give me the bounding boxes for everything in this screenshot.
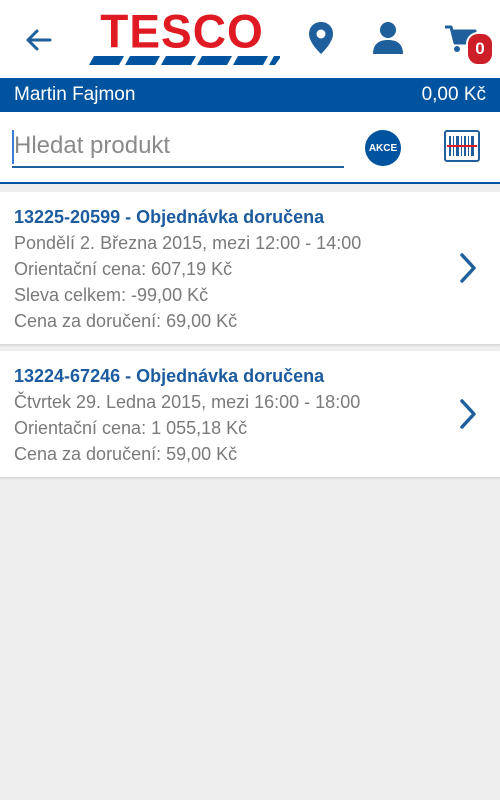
top-app-bar: TESCO 0 xyxy=(0,0,500,78)
user-icon xyxy=(373,22,403,54)
search-input[interactable] xyxy=(12,126,344,168)
account-bar: Martin Fajmon 0,00 Kč xyxy=(0,78,500,112)
order-delivery-fee: Cena za doručení: 59,00 Kč xyxy=(14,444,238,464)
logo-stripes xyxy=(89,56,280,65)
order-delivery-fee: Cena za doručení: 69,00 Kč xyxy=(14,311,238,331)
chevron-right-icon xyxy=(460,253,476,283)
akce-button[interactable]: AKCE xyxy=(365,130,401,166)
order-delivery-slot: Čtvrtek 29. Ledna 2015, mezi 16:00 - 18:… xyxy=(14,392,361,412)
order-item[interactable]: 13225-20599 - Objednávka doručena Ponděl… xyxy=(0,192,500,345)
order-estimated-price: Orientační cena: 607,19 Kč xyxy=(14,259,233,279)
cart-count-badge: 0 xyxy=(466,32,494,66)
account-name: Martin Fajmon xyxy=(14,84,136,105)
chevron-right-icon xyxy=(460,399,476,429)
tesco-logo: TESCO xyxy=(82,8,282,68)
order-estimated-price: Orientační cena: 1 055,18 Kč xyxy=(14,418,248,438)
account-balance: 0,00 Kč xyxy=(421,84,486,105)
order-list: 13225-20599 - Objednávka doručena Ponděl… xyxy=(0,192,500,478)
search-row: AKCE xyxy=(0,112,500,184)
text-caret xyxy=(12,130,14,164)
account-button[interactable] xyxy=(368,18,408,58)
back-button[interactable] xyxy=(22,24,54,56)
order-title: 13225-20599 - Objednávka doručena xyxy=(14,207,325,227)
barcode-icon[interactable] xyxy=(444,130,480,162)
order-total-discount: Sleva celkem: -99,00 Kč xyxy=(14,285,209,305)
store-locator-button[interactable] xyxy=(301,18,341,58)
logo-text: TESCO xyxy=(100,4,264,58)
cart-button[interactable]: 0 xyxy=(440,18,496,66)
location-pin-icon xyxy=(309,22,333,54)
app-root: TESCO 0 Martin Fajmon 0,00 Kč Hledat pro… xyxy=(0,0,500,800)
order-delivery-slot: Pondělí 2. Března 2015, mezi 12:00 - 14:… xyxy=(14,233,362,253)
order-title: 13224-67246 - Objednávka doručena xyxy=(14,366,325,386)
back-arrow-icon xyxy=(26,29,52,51)
order-item[interactable]: 13224-67246 - Objednávka doručena Čtvrte… xyxy=(0,351,500,478)
